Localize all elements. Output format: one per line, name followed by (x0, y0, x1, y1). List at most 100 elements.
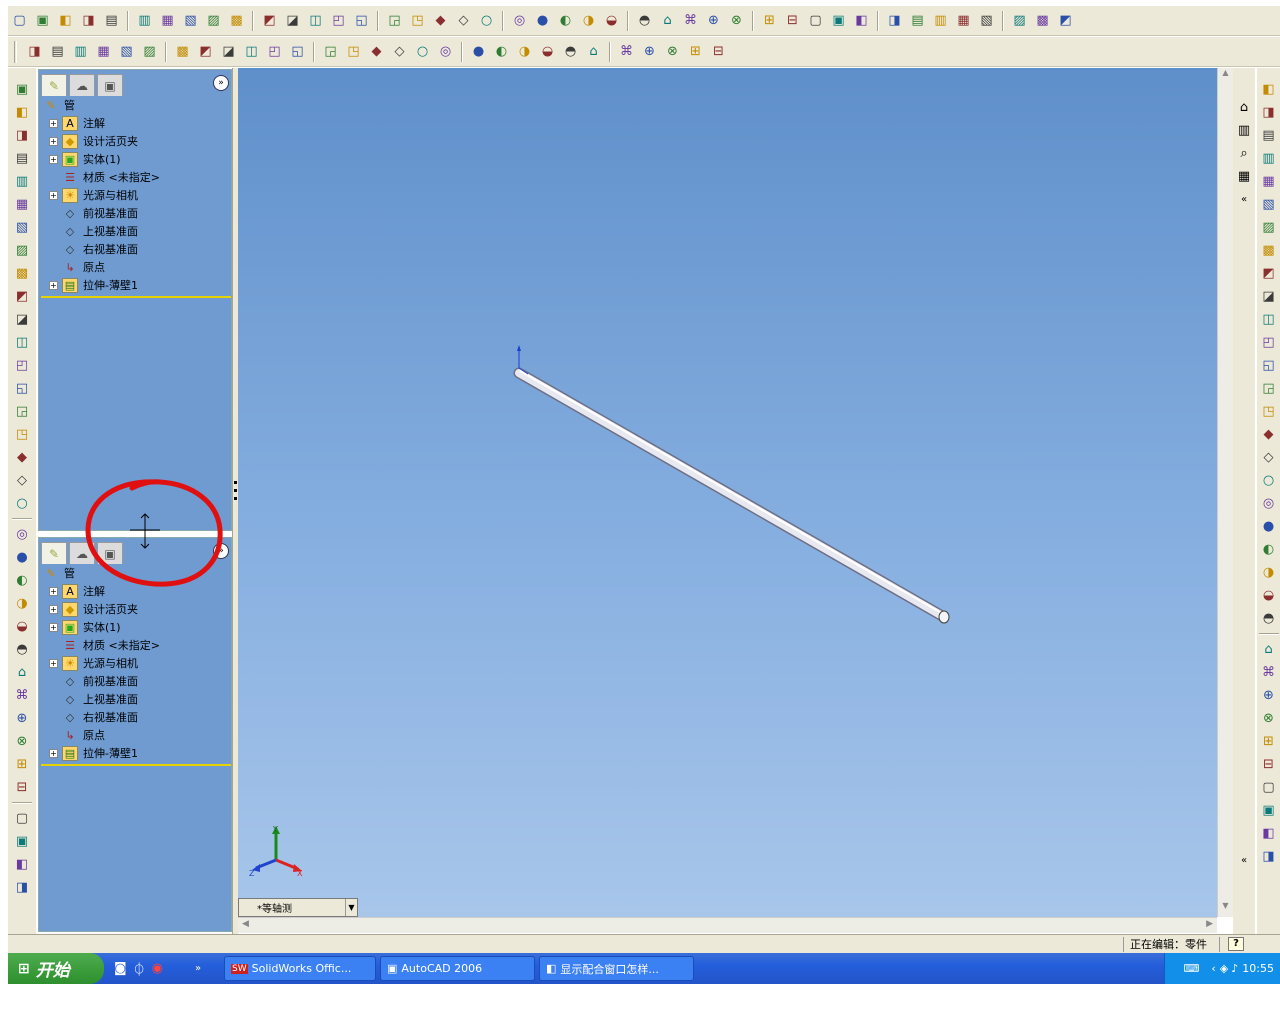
palette-icon[interactable]: ▦ (1235, 167, 1254, 186)
feature-tool-icon[interactable]: ◨ (13, 126, 32, 145)
chevron-down-icon[interactable]: ▼ (345, 899, 357, 916)
volume-icon[interactable]: ♪ (1231, 962, 1238, 975)
tree-item[interactable]: + ▤ 拉伸-薄壁1 (41, 744, 231, 762)
library-icon[interactable]: ▥ (1235, 121, 1254, 140)
sim-icon[interactable]: ▥ (931, 11, 950, 30)
tree-item[interactable]: ◇ 右视基准面 (41, 240, 231, 258)
hole-icon[interactable]: ▩ (173, 42, 192, 61)
sketch-tool-icon[interactable]: ▨ (1259, 218, 1278, 237)
sketch-tool-icon[interactable]: ▧ (1259, 195, 1278, 214)
collapse-left-icon[interactable]: « (1235, 190, 1254, 209)
move-icon[interactable]: ○ (413, 42, 432, 61)
feature-tool-icon[interactable]: ◐ (13, 571, 32, 590)
tree-item[interactable]: + ▤ 拉伸-薄壁1 (41, 276, 231, 294)
scroll-down-icon[interactable]: ▼ (1218, 901, 1233, 917)
feature-tool-icon[interactable]: ▥ (13, 172, 32, 191)
expand-icon[interactable]: + (49, 118, 58, 128)
rotate-icon[interactable]: ◎ (510, 11, 529, 30)
view3d-icon[interactable]: ◐ (556, 11, 575, 30)
sketch-tool-icon[interactable]: ◪ (1259, 287, 1278, 306)
sketch-tool-icon[interactable]: ◐ (1259, 540, 1278, 559)
clock[interactable]: 10:55 (1242, 962, 1274, 975)
shape-icon[interactable]: ◲ (321, 42, 340, 61)
feature-tool-icon[interactable]: ⊗ (13, 732, 32, 751)
curve-icon[interactable]: ◓ (561, 42, 580, 61)
scroll-right-icon[interactable]: ▶ (1206, 919, 1213, 929)
expand-icon[interactable]: + (49, 748, 58, 758)
shaded-edges-icon[interactable]: ⌂ (658, 11, 677, 30)
sketch-tool-icon[interactable]: ◨ (1259, 103, 1278, 122)
check-icon[interactable]: ▣ (829, 11, 848, 30)
sketch-tool-icon[interactable]: ◎ (1259, 494, 1278, 513)
scroll-up-icon[interactable]: ▲ (1218, 68, 1233, 84)
help-icon[interactable]: ? (1228, 937, 1244, 951)
feature-tool-icon[interactable]: ▦ (13, 195, 32, 214)
view-selector[interactable]: *等轴测 ▼ (238, 898, 358, 917)
collapse-left-icon[interactable]: « (1235, 851, 1254, 870)
tree-item[interactable]: + ▣ 实体(1) (41, 618, 231, 636)
rollback-bar[interactable] (41, 296, 231, 298)
propertymanager-tab[interactable]: ☁ (69, 74, 95, 96)
section-icon[interactable]: ⊗ (727, 11, 746, 30)
feature-tool-icon[interactable]: ▩ (13, 264, 32, 283)
scale-icon[interactable]: ◰ (265, 42, 284, 61)
open-icon[interactable]: ▣ (33, 11, 52, 30)
sketch-tool-icon[interactable]: ⌘ (1259, 663, 1278, 682)
mass-icon[interactable]: ▢ (806, 11, 825, 30)
vertical-scrollbar[interactable]: ▲ ▼ (1217, 68, 1233, 917)
tree-item[interactable]: + ☀ 光源与相机 (41, 654, 231, 672)
record-icon[interactable]: ⊗ (663, 42, 682, 61)
thicken-icon[interactable]: ◎ (436, 42, 455, 61)
expand-icon[interactable]: + (49, 622, 58, 632)
undo-icon[interactable]: ▧ (181, 11, 200, 30)
tree-item[interactable]: ☰ 材质 <未指定> (41, 636, 231, 654)
expand-icon[interactable]: + (49, 136, 58, 146)
line-icon[interactable]: ▧ (977, 11, 996, 30)
redo-icon[interactable]: ▨ (204, 11, 223, 30)
feature-tool-icon[interactable]: ◲ (13, 402, 32, 421)
search-icon[interactable]: ⌕ (1235, 144, 1254, 163)
options-icon[interactable]: ▤ (102, 11, 121, 30)
sketch-tool-icon[interactable]: ◳ (1259, 402, 1278, 421)
print-icon[interactable]: ◨ (79, 11, 98, 30)
window-icon[interactable]: ◲ (385, 11, 404, 30)
quicklaunch-icon-3[interactable]: ◉ (152, 961, 163, 976)
feature-tool-icon[interactable]: ◑ (13, 594, 32, 613)
camera-icon[interactable]: ⊞ (760, 11, 779, 30)
sketch-tool-icon[interactable]: ▦ (1259, 172, 1278, 191)
loft-icon[interactable]: ▦ (94, 42, 113, 61)
stats-icon[interactable]: ◧ (852, 11, 871, 30)
feature-tool-icon[interactable]: ⌘ (13, 686, 32, 705)
sketch-tool-icon[interactable]: ● (1259, 517, 1278, 536)
feature-tool-icon[interactable]: ▣ (13, 80, 32, 99)
sketch-tool-icon[interactable]: ◒ (1259, 586, 1278, 605)
home-icon[interactable]: ⌂ (1235, 98, 1254, 117)
perspective-icon[interactable]: ⊕ (704, 11, 723, 30)
sketch-tool-icon[interactable]: ◓ (1259, 609, 1278, 628)
feature-tool-icon[interactable]: ▤ (13, 149, 32, 168)
mirror-icon[interactable]: ◒ (538, 42, 557, 61)
select2-icon[interactable]: ◩ (260, 11, 279, 30)
extrude-icon[interactable]: ◨ (25, 42, 44, 61)
tree-item[interactable]: + A 注解 (41, 114, 231, 132)
feature-tool-icon[interactable]: ⌂ (13, 663, 32, 682)
task-solidworks[interactable]: SW SolidWorks Offic... (224, 956, 376, 981)
tree-root[interactable]: ✎ 管 (41, 96, 231, 114)
point-icon[interactable]: ▨ (1010, 11, 1029, 30)
preview-icon[interactable]: ▥ (135, 11, 154, 30)
toolbar-grip[interactable] (14, 40, 17, 63)
task-autocad[interactable]: ▣ AutoCAD 2006 (380, 956, 535, 981)
sketch-tool-icon[interactable]: ◧ (1259, 80, 1278, 99)
print2-icon[interactable]: ▦ (158, 11, 177, 30)
sketch-tool-icon[interactable]: ◫ (1259, 310, 1278, 329)
deform-icon[interactable]: ◳ (344, 42, 363, 61)
task-browser[interactable]: ◧ 显示配合窗口怎样... (539, 956, 694, 981)
sketch-tool-icon[interactable]: ⊞ (1259, 732, 1278, 751)
sketch-tool-icon[interactable]: ◑ (1259, 563, 1278, 582)
scroll-left-icon[interactable]: ◀ (242, 919, 249, 929)
start-button[interactable]: ⊞ 开始 (8, 953, 104, 984)
quicklaunch-more[interactable]: » (195, 963, 201, 974)
tree-item[interactable]: ◇ 上视基准面 (41, 222, 231, 240)
extra-icon[interactable]: ◩ (1056, 11, 1075, 30)
quicklaunch-icon-2[interactable]: ⏀ (133, 959, 146, 978)
